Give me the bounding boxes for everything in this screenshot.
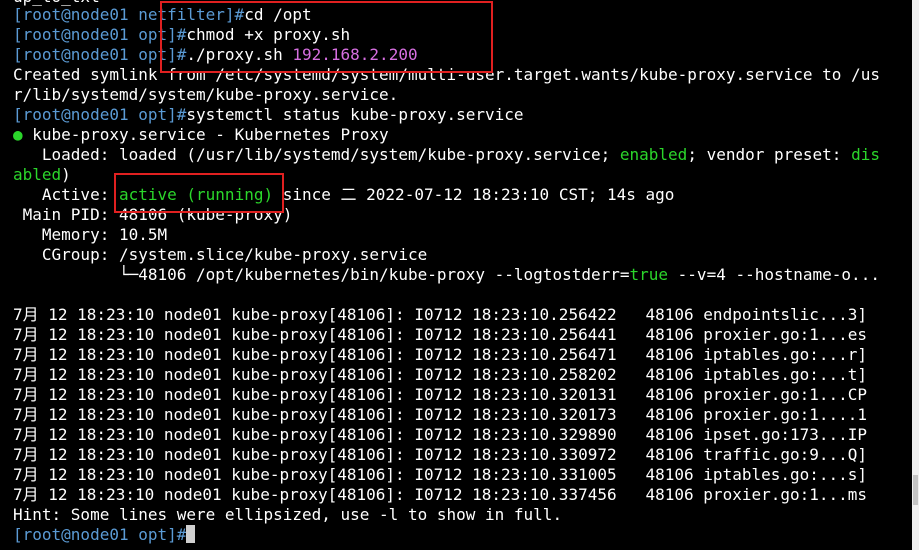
active-status: active (running) — [118, 185, 274, 204]
terminal-line-status: [root@node01 opt]#systemctl status kube-… — [0, 105, 912, 125]
status-dot-icon: ● — [13, 125, 23, 144]
current-prompt-line[interactable]: [root@node01 opt]# — [0, 525, 912, 545]
terminal-line-chmod: [root@node01 opt]#chmod +x proxy.sh — [0, 25, 912, 45]
log-line: 7月 12 18:23:10 node01 kube-proxy[48106]:… — [13, 305, 868, 324]
memory-line: Memory: 10.5M — [13, 225, 168, 244]
log-line: 7月 12 18:23:10 node01 kube-proxy[48106]:… — [13, 385, 868, 404]
symlink-line: Created symlink from /etc/systemd/system… — [13, 65, 880, 84]
shell-prompt: [root@node01 opt]# — [13, 25, 187, 44]
command-text: systemctl status kube-proxy.service — [186, 105, 524, 124]
command-text: ./proxy.sh — [186, 45, 293, 64]
log-line: 7月 12 18:23:10 node01 kube-proxy[48106]:… — [13, 365, 868, 384]
service-title: kube-proxy.service - Kubernetes Proxy — [22, 125, 389, 144]
scrollbar-thumb[interactable] — [913, 475, 918, 505]
enabled-status: enabled — [619, 145, 688, 164]
hint-line: Hint: Some lines were ellipsized, use -l… — [13, 505, 563, 524]
cgroup-process-args: --v=4 --hostname-o... — [668, 265, 880, 284]
shell-prompt: [root@node01 opt]# — [13, 45, 187, 64]
active-since: since 二 2022-07-12 18:23:10 CST; 14s ago — [273, 185, 675, 204]
loaded-line-cont: abled) — [0, 165, 912, 185]
cgroup-process-line: └─48106 /opt/kubernetes/bin/kube-proxy -… — [0, 265, 912, 285]
vendor-preset-value-cont: abled — [13, 165, 62, 184]
vertical-scrollbar[interactable] — [912, 0, 919, 550]
cgroup-line: CGroup: /system.slice/kube-proxy.service — [13, 245, 428, 264]
symlink-line-cont: r/lib/systemd/system/kube-proxy.service. — [13, 85, 399, 104]
terminal-window[interactable]: up_to_txt [root@node01 netfilter]#cd /op… — [0, 0, 912, 550]
log-line: 7月 12 18:23:10 node01 kube-proxy[48106]:… — [13, 425, 868, 444]
logtostderr-value: true — [629, 265, 669, 284]
shell-prompt: [root@node01 opt]# — [13, 105, 187, 124]
vendor-preset-value: dis — [851, 145, 880, 164]
terminal-output: [root@node01 netfilter]#cd /opt [root@no… — [0, 5, 912, 545]
terminal-line-run-script: [root@node01 opt]#./proxy.sh 192.168.2.2… — [0, 45, 912, 65]
command-text: chmod +x proxy.sh — [186, 25, 351, 44]
terminal-line-cd: [root@node01 netfilter]#cd /opt — [0, 5, 912, 25]
main-pid-line: Main PID: 48106 (kube-proxy) — [13, 205, 293, 224]
log-line: 7月 12 18:23:10 node01 kube-proxy[48106]:… — [13, 345, 868, 364]
log-line: 7月 12 18:23:10 node01 kube-proxy[48106]:… — [13, 445, 868, 464]
loaded-line: Loaded: loaded (/usr/lib/systemd/system/… — [0, 145, 912, 165]
loaded-text: Loaded: loaded (/usr/lib/systemd/system/… — [13, 145, 620, 164]
service-title-line: ● kube-proxy.service - Kubernetes Proxy — [0, 125, 912, 145]
active-line: Active: active (running) since 二 2022-07… — [0, 185, 912, 205]
cgroup-process-text: └─48106 /opt/kubernetes/bin/kube-proxy -… — [13, 265, 630, 284]
active-label: Active: — [13, 185, 119, 204]
log-line: 7月 12 18:23:10 node01 kube-proxy[48106]:… — [13, 325, 868, 344]
command-text: cd /opt — [244, 5, 312, 24]
vendor-preset-label: ; vendor preset: — [687, 145, 852, 164]
shell-prompt: [root@node01 opt]# — [13, 525, 187, 544]
ip-argument: 192.168.2.200 — [292, 45, 418, 64]
log-line: 7月 12 18:23:10 node01 kube-proxy[48106]:… — [13, 465, 868, 484]
log-line: 7月 12 18:23:10 node01 kube-proxy[48106]:… — [13, 405, 868, 424]
log-line: 7月 12 18:23:10 node01 kube-proxy[48106]:… — [13, 485, 868, 504]
text-cursor — [186, 525, 196, 543]
loaded-close: ) — [61, 165, 71, 184]
shell-prompt: [root@node01 netfilter]# — [13, 5, 245, 24]
